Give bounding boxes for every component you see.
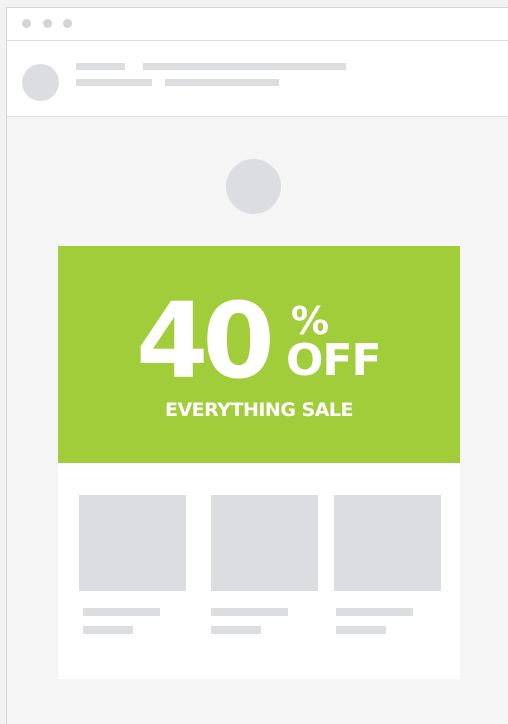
product-price-3-placeholder: [336, 626, 386, 634]
sender-avatar: [22, 64, 59, 101]
email-client-window: 40 % OFF EVERYTHING SALE: [6, 7, 508, 724]
product-title-2-placeholder: [211, 608, 288, 616]
sender-email-placeholder: [76, 79, 152, 86]
sale-banner[interactable]: 40 % OFF EVERYTHING SALE: [58, 246, 460, 463]
product-title-3-placeholder: [336, 608, 413, 616]
email-header: [7, 41, 508, 117]
product-title-1-placeholder: [83, 608, 160, 616]
maximize-window-dot[interactable]: [63, 19, 72, 28]
product-image-2[interactable]: [211, 495, 318, 591]
close-window-dot[interactable]: [22, 19, 31, 28]
date-placeholder: [165, 79, 279, 86]
minimize-window-dot[interactable]: [43, 19, 52, 28]
product-image-3[interactable]: [334, 495, 441, 591]
sender-name-placeholder: [76, 63, 125, 70]
sale-subtitle: EVERYTHING SALE: [164, 399, 354, 421]
off-label: OFF: [286, 335, 382, 386]
title-bar: [7, 8, 508, 41]
product-image-1[interactable]: [79, 495, 186, 591]
subject-placeholder: [143, 63, 346, 70]
email-body: 40 % OFF EVERYTHING SALE: [58, 246, 460, 679]
product-price-2-placeholder: [211, 626, 261, 634]
discount-number: 40: [136, 280, 275, 402]
brand-logo-placeholder: [226, 159, 281, 214]
product-price-1-placeholder: [83, 626, 133, 634]
